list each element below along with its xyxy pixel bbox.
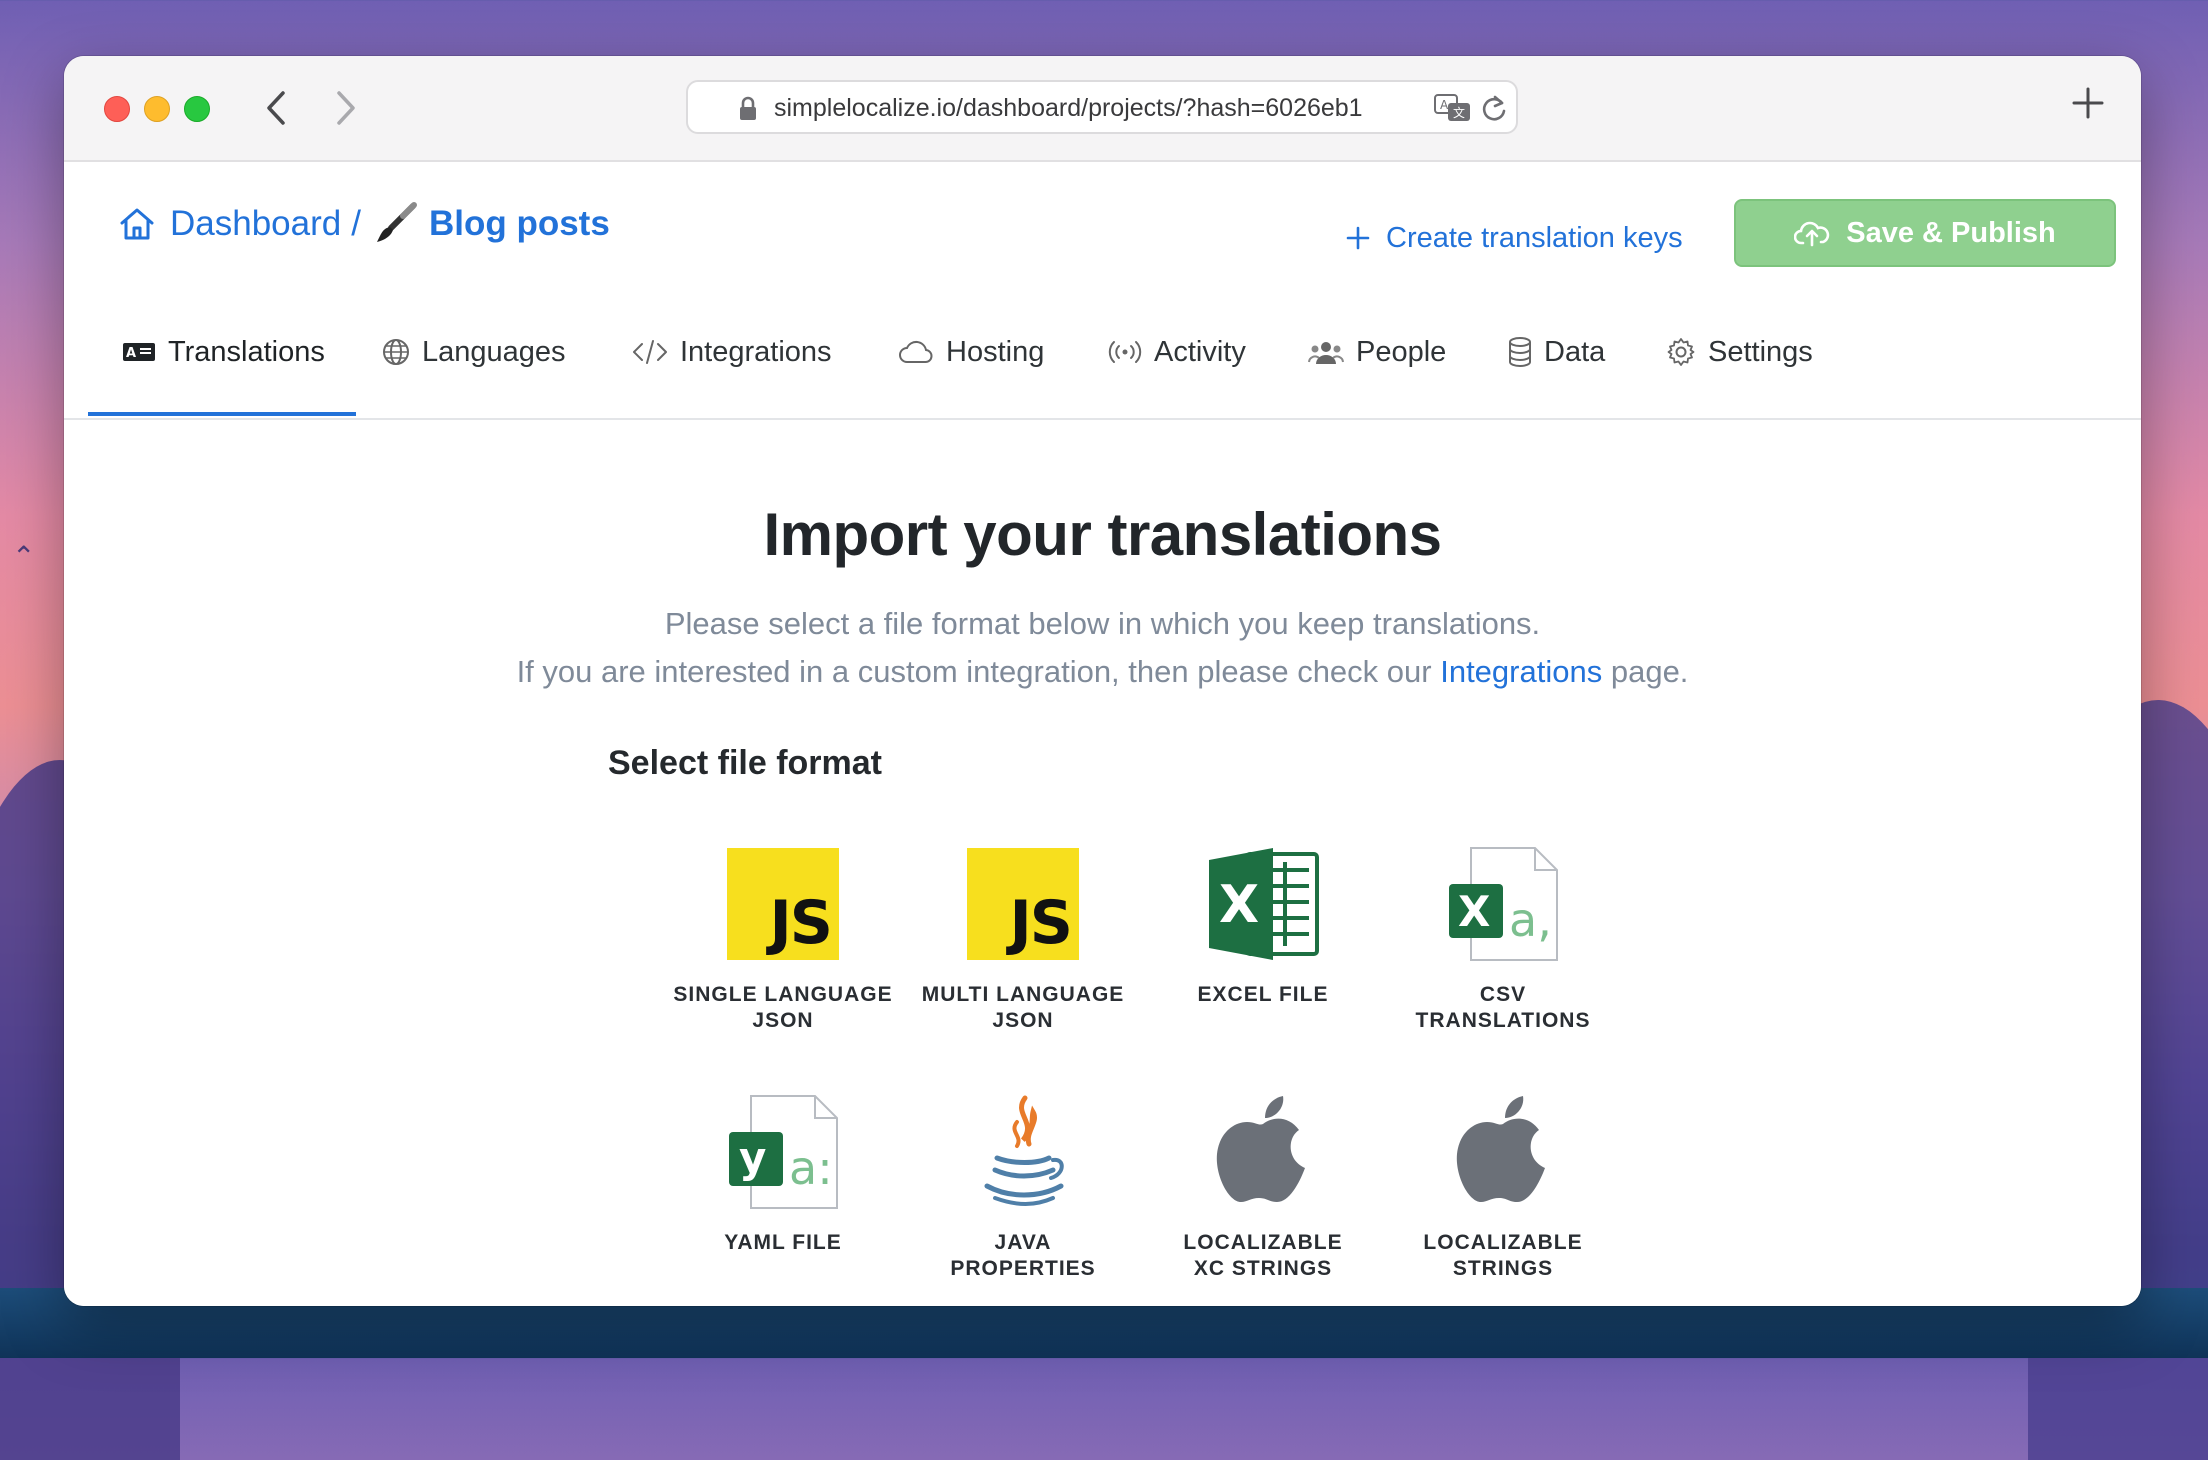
format-label: YAML FILE bbox=[724, 1231, 842, 1254]
tab-label: People bbox=[1356, 335, 1447, 368]
tab-label: Activity bbox=[1154, 335, 1246, 368]
format-localizable-strings[interactable]: LOCALIZABLE STRINGS bbox=[1388, 1092, 1618, 1292]
main-content: Import your translations Please select a… bbox=[64, 420, 2141, 1306]
format-label: LOCALIZABLE XC STRINGS bbox=[1183, 1231, 1343, 1280]
cloud-upload-icon bbox=[1794, 221, 1830, 247]
paintbrush-icon bbox=[376, 202, 417, 242]
globe-icon bbox=[382, 338, 410, 366]
format-label: EXCEL FILE bbox=[1197, 983, 1329, 1006]
reload-icon[interactable] bbox=[1480, 94, 1508, 124]
tab-label: Integrations bbox=[680, 335, 832, 368]
yaml-file-icon: y a: bbox=[729, 1095, 838, 1209]
minimize-window-button[interactable] bbox=[144, 96, 170, 122]
tab-people[interactable]: People bbox=[1308, 288, 1446, 416]
subtitle-text: If you are interested in a custom integr… bbox=[516, 654, 1432, 689]
tab-integrations[interactable]: Integrations bbox=[632, 288, 832, 416]
page-title: Import your translations bbox=[763, 501, 1442, 568]
create-translation-keys-button[interactable]: Create translation keys bbox=[1346, 218, 1683, 258]
format-localizable-xc-strings[interactable]: LOCALIZABLE XC STRINGS bbox=[1148, 1092, 1378, 1292]
tab-activity[interactable]: Activity bbox=[1108, 288, 1246, 416]
svg-text:文: 文 bbox=[1453, 105, 1465, 120]
format-label: JAVA PROPERTIES bbox=[950, 1231, 1096, 1280]
cloud-icon bbox=[898, 339, 934, 365]
svg-text:a:: a: bbox=[789, 1141, 833, 1195]
js-icon: JS bbox=[727, 848, 839, 960]
tab-label: Data bbox=[1544, 335, 1606, 368]
breadcrumb-separator: / bbox=[351, 204, 361, 243]
chevron-right-icon bbox=[337, 91, 355, 125]
js-icon: JS bbox=[967, 848, 1079, 960]
excel-icon: X bbox=[1209, 848, 1319, 960]
home-icon[interactable] bbox=[118, 205, 156, 243]
tab-label: Settings bbox=[1708, 335, 1813, 368]
svg-text:A: A bbox=[126, 346, 136, 361]
subtitle-text: page. bbox=[1610, 654, 1689, 689]
format-label: LOCALIZABLE STRINGS bbox=[1423, 1231, 1583, 1280]
format-label: CSV TRANSLATIONS bbox=[1415, 983, 1591, 1032]
format-single-language-json[interactable]: JS SINGLE LANGUAGE JSON bbox=[668, 844, 898, 1044]
apple-icon bbox=[1456, 1096, 1545, 1202]
svg-text:X: X bbox=[1219, 875, 1259, 935]
breadcrumb: Dashboard / Blog posts bbox=[118, 202, 610, 246]
bird-decoration: ⌃ bbox=[12, 540, 36, 573]
plus-icon bbox=[1346, 226, 1370, 250]
format-java-properties[interactable]: JAVA PROPERTIES bbox=[908, 1092, 1138, 1292]
apple-icon bbox=[1216, 1096, 1305, 1202]
maximize-window-button[interactable] bbox=[184, 96, 210, 122]
lock-icon bbox=[740, 96, 756, 120]
save-publish-label: Save & Publish bbox=[1846, 216, 2056, 249]
new-tab-plus-icon[interactable] bbox=[2071, 86, 2105, 120]
create-translation-keys-label: Create translation keys bbox=[1386, 221, 1683, 254]
chevron-left-icon bbox=[267, 91, 285, 125]
tab-label: Hosting bbox=[946, 335, 1045, 368]
breadcrumb-dashboard-link[interactable]: Dashboard bbox=[170, 204, 341, 244]
save-publish-button[interactable]: Save & Publish bbox=[1734, 199, 2116, 267]
tab-translations[interactable]: A Translations bbox=[122, 288, 325, 416]
tab-label: Translations bbox=[168, 335, 325, 368]
url-text: simplelocalize.io/dashboard/projects/?ha… bbox=[774, 94, 1363, 122]
code-icon bbox=[632, 338, 668, 366]
tab-label: Languages bbox=[422, 335, 566, 368]
database-icon bbox=[1508, 337, 1532, 367]
forward-button[interactable] bbox=[326, 84, 366, 132]
tab-settings[interactable]: Settings bbox=[1666, 288, 1813, 416]
integrations-link[interactable]: Integrations bbox=[1440, 654, 1602, 689]
format-multi-language-json[interactable]: JS MULTI LANGUAGE JSON bbox=[908, 844, 1138, 1044]
svg-text:X: X bbox=[1458, 887, 1490, 936]
svg-text:y: y bbox=[739, 1133, 766, 1182]
broadcast-icon bbox=[1108, 340, 1142, 364]
format-yaml-file[interactable]: y a: YAML FILE bbox=[668, 1092, 898, 1292]
java-icon bbox=[984, 1095, 1064, 1206]
gear-icon bbox=[1666, 337, 1696, 367]
project-header: Dashboard / Blog posts Create translatio… bbox=[64, 162, 2141, 420]
back-button[interactable] bbox=[256, 84, 296, 132]
browser-window: simplelocalize.io/dashboard/projects/?ha… bbox=[64, 56, 2141, 1306]
csv-file-icon: X a, bbox=[1449, 847, 1558, 961]
active-tab-indicator bbox=[88, 412, 356, 416]
format-csv-translations[interactable]: X a, CSV TRANSLATIONS bbox=[1388, 844, 1618, 1044]
people-icon bbox=[1308, 338, 1344, 366]
tab-languages[interactable]: Languages bbox=[382, 288, 566, 416]
address-bar[interactable]: simplelocalize.io/dashboard/projects/?ha… bbox=[686, 80, 1518, 134]
tab-data[interactable]: Data bbox=[1508, 288, 1605, 416]
format-label: SINGLE LANGUAGE JSON bbox=[673, 983, 893, 1032]
svg-text:A: A bbox=[1440, 98, 1449, 112]
translate-icon[interactable]: A 文 bbox=[1434, 94, 1472, 124]
translations-icon: A bbox=[122, 340, 156, 364]
browser-titlebar: simplelocalize.io/dashboard/projects/?ha… bbox=[64, 56, 2141, 162]
breadcrumb-project-name: Blog posts bbox=[428, 204, 610, 243]
page-subtitle-line1: Please select a file format below in whi… bbox=[664, 606, 1541, 641]
svg-text:a,: a, bbox=[1509, 893, 1552, 947]
format-label: MULTI LANGUAGE JSON bbox=[921, 983, 1125, 1032]
format-excel-file[interactable]: X EXCEL FILE bbox=[1148, 844, 1378, 1044]
close-window-button[interactable] bbox=[104, 96, 130, 122]
tab-hosting[interactable]: Hosting bbox=[898, 288, 1044, 416]
page-subtitle-line2: If you are interested in a custom integr… bbox=[64, 654, 2141, 690]
section-title: Select file format bbox=[608, 744, 882, 782]
